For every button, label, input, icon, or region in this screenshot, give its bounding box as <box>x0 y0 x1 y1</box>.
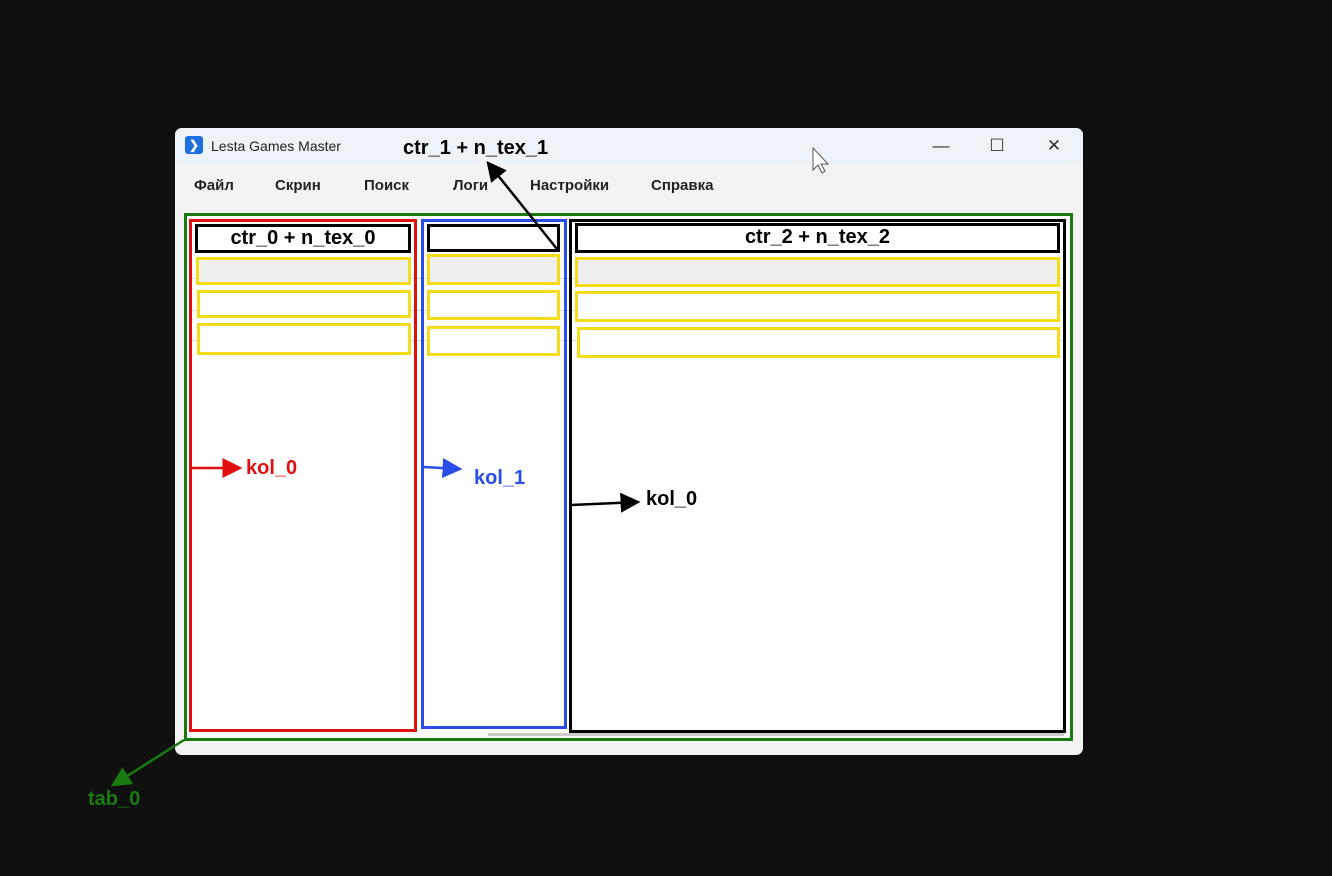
arrow-kol-1 <box>423 458 463 479</box>
annotation-arrows <box>110 146 830 787</box>
arrow-kol-0-right <box>570 492 641 513</box>
arrow-tab-0 <box>110 738 185 787</box>
arrow-ctr-1 <box>486 161 558 250</box>
mouse-cursor-icon <box>812 146 830 174</box>
